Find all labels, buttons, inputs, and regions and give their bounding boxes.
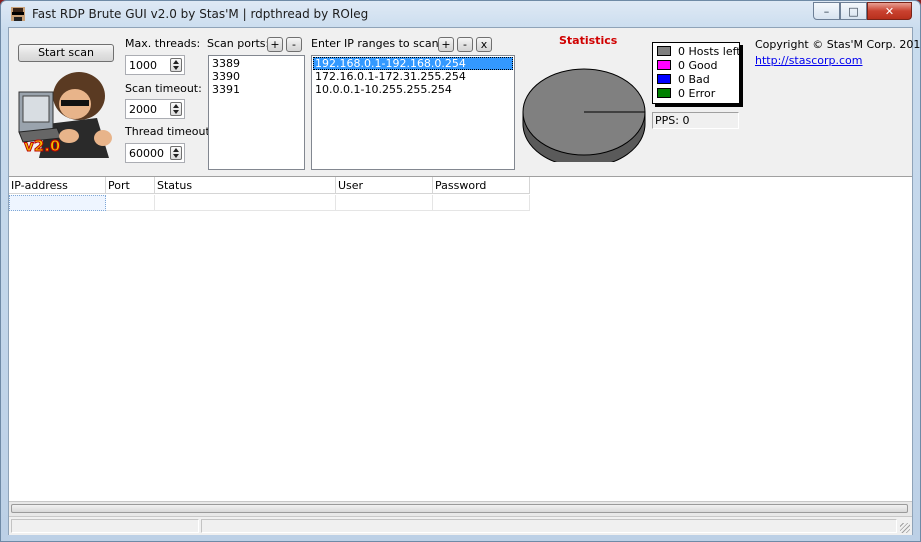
legend-swatch: [657, 74, 671, 84]
ports-listbox[interactable]: 3389 3390 3391: [208, 55, 305, 170]
status-panel-2: [201, 519, 897, 533]
close-button[interactable]: ✕: [867, 2, 912, 20]
resize-grip-icon[interactable]: [900, 523, 910, 533]
scan-timeout-spin-arrows[interactable]: [170, 102, 182, 116]
max-threads-spin-arrows[interactable]: [170, 58, 182, 72]
horizontal-scrollbar[interactable]: [9, 501, 912, 516]
maximize-button[interactable]: □: [840, 2, 867, 20]
scan-timeout-spinner[interactable]: 2000: [125, 99, 185, 119]
grid-cell[interactable]: [106, 195, 155, 211]
column-header-ip-address[interactable]: IP-address: [9, 177, 106, 194]
legend-swatch: [657, 46, 671, 56]
grid-cell[interactable]: [336, 195, 433, 211]
statistics-title: Statistics: [559, 34, 618, 47]
hacker-app-icon: [11, 7, 25, 21]
legend-swatch: [657, 88, 671, 98]
logo-version-badge: v2.0: [23, 137, 61, 156]
list-item[interactable]: 192.168.0.1-192.168.0.254: [313, 57, 513, 70]
window-title: Fast RDP Brute GUI v2.0 by Stas'M | rdpt…: [32, 7, 369, 21]
list-item[interactable]: 10.0.0.1-10.255.255.254: [313, 83, 513, 96]
max-threads-label: Max. threads:: [125, 37, 201, 50]
status-bar: [9, 516, 912, 535]
thread-timeout-value: 60000: [129, 147, 164, 160]
statistics-legend: 0 Hosts left 0 Good 0 Bad 0 Error: [652, 42, 741, 104]
spin-up-icon: [173, 104, 179, 108]
copyright-text: Copyright © Stas'M Corp. 2012: [755, 38, 921, 51]
ip-ranges-listbox[interactable]: 192.168.0.1-192.168.0.254 172.16.0.1-172.…: [311, 55, 515, 170]
spin-down-icon: [173, 154, 179, 158]
scan-ports-label: Scan ports:: [207, 37, 270, 50]
app-window: Fast RDP Brute GUI v2.0 by Stas'M | rdpt…: [0, 0, 921, 542]
remove-range-button[interactable]: -: [457, 37, 473, 52]
grid-cell[interactable]: [155, 195, 336, 211]
legend-label: 0 Error: [678, 87, 716, 100]
clear-ranges-button[interactable]: x: [476, 37, 492, 52]
statistics-pie-chart: [522, 68, 646, 162]
max-threads-value: 1000: [129, 59, 157, 72]
thread-timeout-spin-arrows[interactable]: [170, 146, 182, 160]
add-port-button[interactable]: +: [267, 37, 283, 52]
legend-label: 0 Good: [678, 59, 718, 72]
thread-timeout-spinner[interactable]: 60000: [125, 143, 185, 163]
minimize-button[interactable]: –: [813, 2, 840, 20]
legend-label: 0 Hosts left: [678, 45, 741, 58]
list-item[interactable]: 3391: [210, 83, 303, 96]
list-item[interactable]: 3390: [210, 70, 303, 83]
legend-label: 0 Bad: [678, 73, 710, 86]
column-header-password[interactable]: Password: [433, 177, 530, 194]
add-range-button[interactable]: +: [438, 37, 454, 52]
grid-cell[interactable]: [433, 195, 530, 211]
spin-up-icon: [173, 148, 179, 152]
thread-timeout-label: Thread timeout:: [125, 125, 214, 138]
scan-timeout-label: Scan timeout:: [125, 82, 202, 95]
list-item[interactable]: 172.16.0.1-172.31.255.254: [313, 70, 513, 83]
grid-cell[interactable]: [9, 195, 106, 211]
column-header-port[interactable]: Port: [106, 177, 155, 194]
spin-down-icon: [173, 110, 179, 114]
column-header-user[interactable]: User: [336, 177, 433, 194]
pps-counter: PPS: 0: [652, 112, 739, 129]
website-link[interactable]: http://stascorp.com: [755, 54, 863, 67]
list-item[interactable]: 3389: [210, 57, 303, 70]
status-panel-1: [11, 519, 199, 533]
results-grid[interactable]: IP-address Port Status User Password: [9, 176, 912, 502]
start-scan-button[interactable]: Start scan: [18, 44, 114, 62]
ip-ranges-label: Enter IP ranges to scan:: [311, 37, 443, 50]
max-threads-spinner[interactable]: 1000: [125, 55, 185, 75]
title-bar[interactable]: Fast RDP Brute GUI v2.0 by Stas'M | rdpt…: [1, 1, 920, 27]
spin-up-icon: [173, 60, 179, 64]
remove-port-button[interactable]: -: [286, 37, 302, 52]
legend-swatch: [657, 60, 671, 70]
client-area: Start scan v2.0 Max. threads: 1000 Scan …: [8, 27, 921, 535]
spin-down-icon: [173, 66, 179, 70]
scan-timeout-value: 2000: [129, 103, 157, 116]
scrollbar-thumb[interactable]: [11, 504, 908, 513]
column-header-status[interactable]: Status: [155, 177, 336, 194]
